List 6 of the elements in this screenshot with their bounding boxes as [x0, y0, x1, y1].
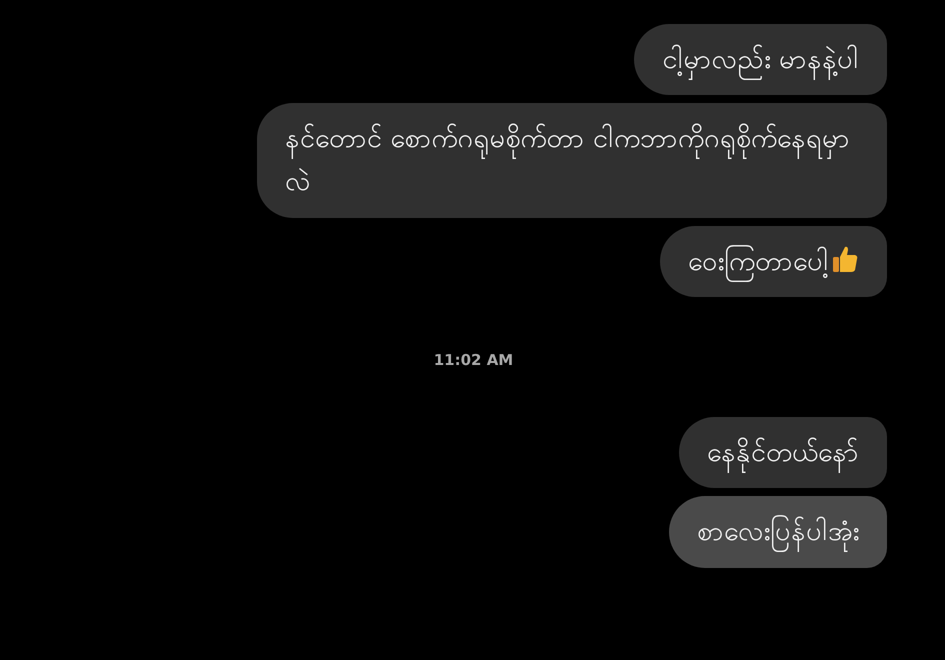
message-bubble[interactable]: ဝေးကြတာပေါ့ — [660, 226, 887, 297]
message-bubble[interactable]: နင်တောင် စောက်ဂရုမစိုက်တာ ငါကဘာကိုဂရုစိုက်နေရမှာလဲ — [257, 103, 887, 218]
timestamp: 11:02 AM — [432, 350, 514, 371]
message-bubble[interactable]: ငါ့မှာလည်း မာနနဲ့ပါ — [634, 24, 887, 96]
message-bubble[interactable]: စာလေးပြန်ပါအုံး — [669, 496, 887, 568]
message-bubble[interactable]: နေနိုင်တယ်နော် — [679, 417, 887, 488]
